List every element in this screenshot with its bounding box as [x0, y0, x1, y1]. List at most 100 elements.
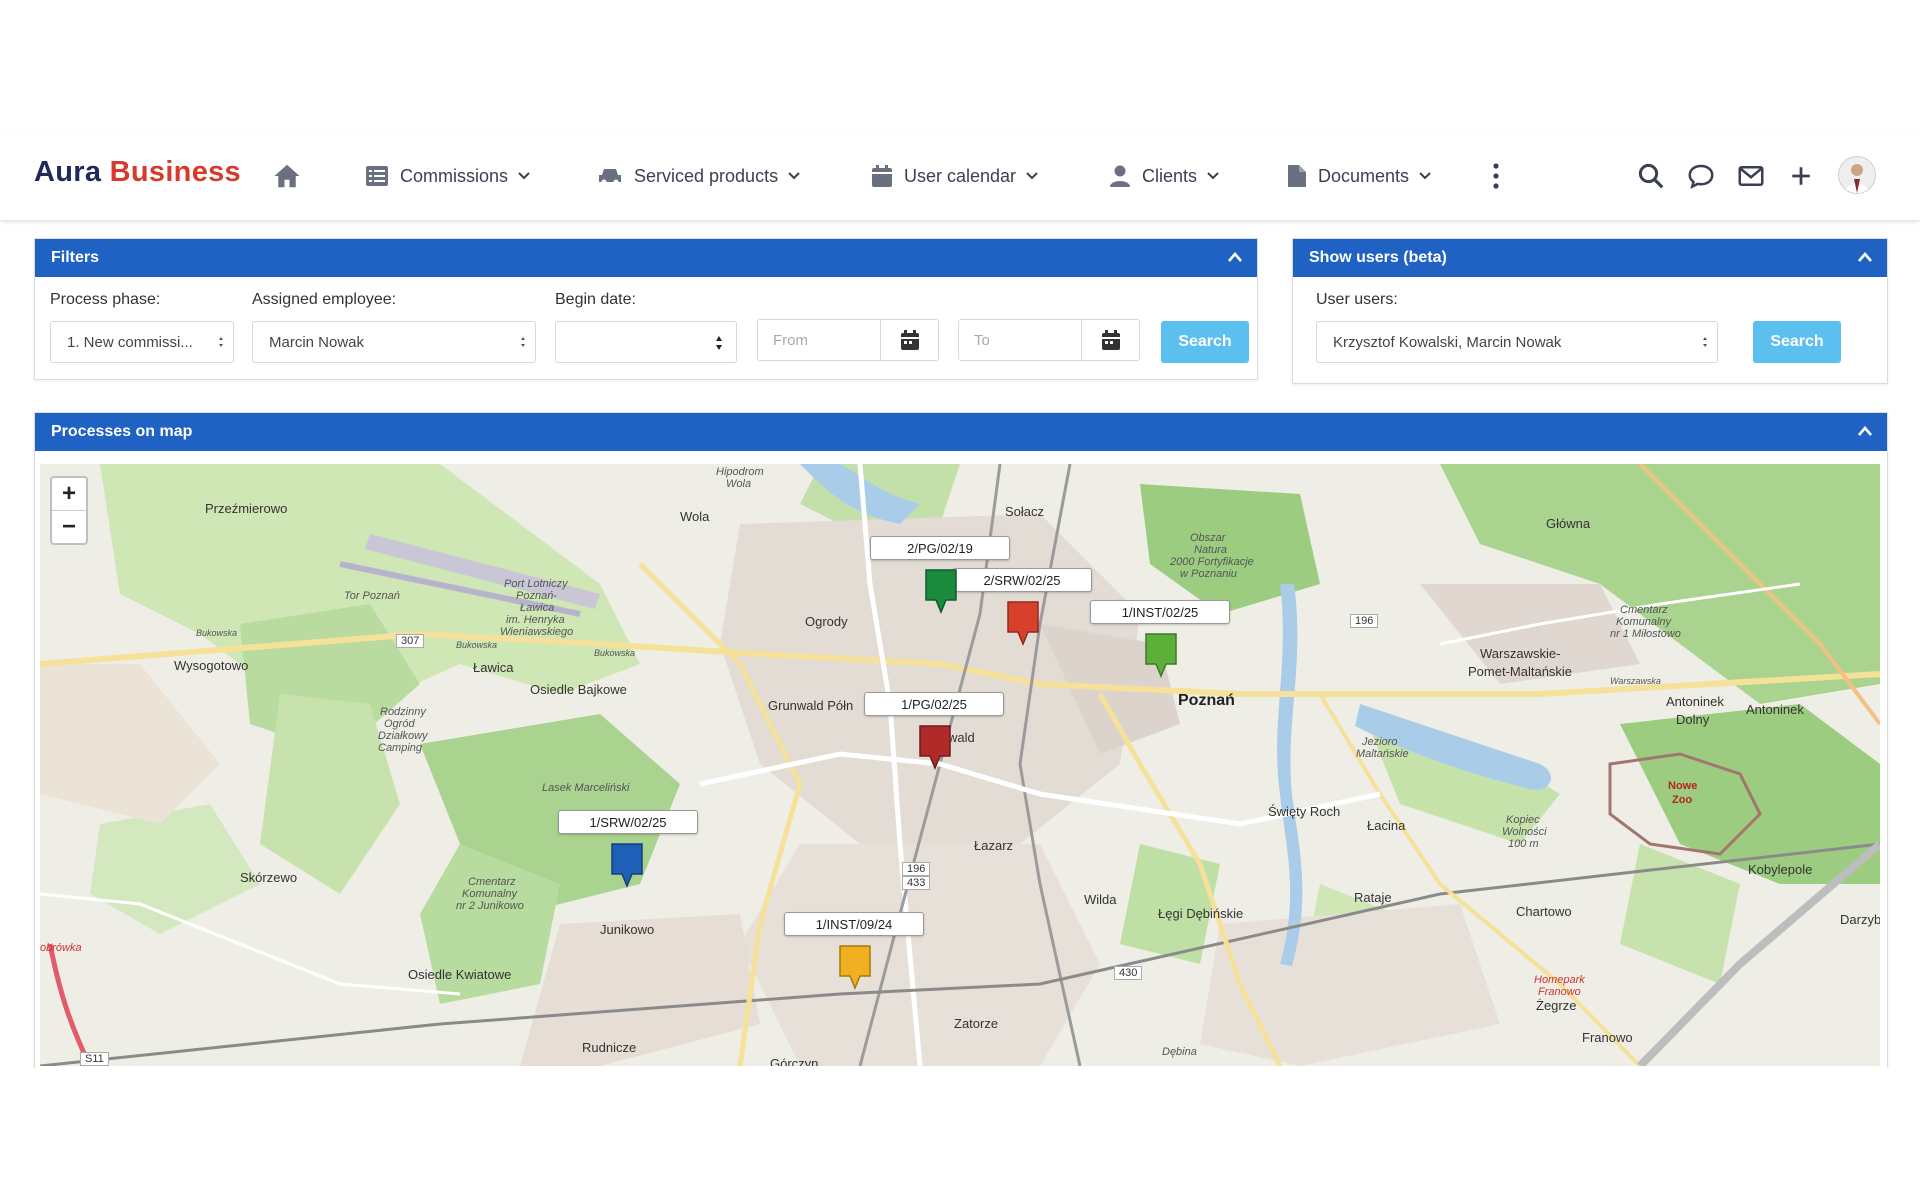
place-label: Łęgi Dębińskie [1158, 906, 1244, 921]
begin-date-select[interactable] [555, 321, 737, 363]
place-label: Rataje [1354, 890, 1392, 905]
processes-map-title: Processes on map [51, 423, 193, 440]
user-users-select[interactable]: Krzysztof Kowalski, Marcin Nowak [1316, 321, 1718, 363]
avatar-image [1839, 157, 1875, 193]
nav-documents[interactable]: Documents [1288, 160, 1431, 192]
brand-part-business: Business [109, 156, 241, 188]
mail-icon[interactable] [1736, 161, 1766, 191]
from-date-calendar-button[interactable] [881, 319, 939, 361]
place-label: Camping [378, 742, 423, 754]
show-users-title: Show users (beta) [1309, 249, 1447, 266]
place-label: Chartowo [1516, 904, 1572, 919]
plus-icon[interactable] [1786, 161, 1816, 191]
place-label: Przeźmierowo [205, 501, 288, 516]
avatar[interactable] [1838, 156, 1876, 194]
filters-panel: Filters Process phase: 1. New commissi..… [34, 238, 1258, 380]
place-label: Grunwald Półn [768, 698, 854, 713]
begin-date-label: Begin date: [555, 291, 636, 308]
road-number: 433 [902, 876, 931, 890]
assigned-employee-label: Assigned employee: [252, 291, 397, 308]
place-label: Komunalny [1616, 616, 1672, 628]
nav-clients[interactable]: Clients [1110, 160, 1219, 192]
chevron-up-icon[interactable] [1857, 424, 1873, 438]
map-pin-marker[interactable] [838, 944, 872, 990]
map-pin-marker[interactable] [610, 842, 644, 888]
marker-label[interactable]: 1/PG/02/25 [864, 692, 1004, 716]
place-label: Nowe [1668, 780, 1698, 792]
bottom-blank-area [0, 1068, 1920, 1200]
processes-map-panel-header[interactable]: Processes on map [35, 413, 1887, 451]
zoom-in-button[interactable]: + [52, 478, 86, 510]
from-date-input[interactable]: From [757, 319, 881, 361]
search-icon[interactable] [1636, 161, 1666, 191]
marker-label[interactable]: 2/SRW/02/25 [952, 568, 1092, 592]
map-pin-marker[interactable] [1144, 632, 1178, 678]
process-map[interactable]: + − Przeźmierowo Wola Sołacz Główna Ogro… [40, 464, 1880, 1066]
process-phase-select[interactable]: 1. New commissi... [50, 321, 234, 363]
marker-label[interactable]: 1/INST/02/25 [1090, 600, 1230, 624]
place-label: Franowo [1582, 1030, 1633, 1045]
show-users-panel-header[interactable]: Show users (beta) [1293, 239, 1887, 277]
from-date-placeholder: From [773, 331, 808, 349]
place-label: Bukowska [196, 628, 238, 638]
place-label: Wola [680, 509, 710, 524]
nav-serviced-products[interactable]: Serviced products [598, 160, 800, 192]
marker-label[interactable]: 1/SRW/02/25 [558, 810, 698, 834]
place-label: Jezioro [1362, 736, 1398, 748]
map-pin-marker[interactable] [1006, 600, 1040, 646]
nav-user-calendar[interactable]: User calendar [872, 160, 1038, 192]
place-label: Komunalny [462, 888, 518, 900]
select-arrows-icon [1703, 337, 1707, 347]
road-number: 196 [902, 862, 931, 876]
top-blank-area [0, 0, 1920, 132]
zoom-out-button[interactable]: − [52, 510, 86, 543]
user-users-label: User users: [1316, 291, 1398, 308]
users-search-button[interactable]: Search [1753, 321, 1841, 363]
zoom-control: + − [50, 476, 88, 545]
to-date-input[interactable]: To [958, 319, 1082, 361]
nav-commissions[interactable]: Commissions [366, 160, 530, 192]
calendar-icon [1101, 330, 1120, 350]
assigned-employee-select[interactable]: Marcin Nowak [252, 321, 536, 363]
filters-search-button[interactable]: Search [1161, 321, 1249, 363]
place-label: wald [948, 730, 975, 745]
chevron-up-icon[interactable] [1857, 250, 1873, 264]
place-label: Maltańskie [1356, 748, 1409, 760]
place-label: Poznań [1178, 692, 1235, 709]
map-pin-marker[interactable] [924, 568, 958, 614]
navbar: Aura Business Commissions Serviced produ… [0, 132, 1920, 220]
place-label: Wilda [1084, 892, 1117, 907]
place-label: 100 m [1508, 838, 1539, 850]
chevron-up-icon[interactable] [1227, 250, 1243, 264]
marker-label[interactable]: 1/INST/09/24 [784, 912, 924, 936]
chevron-down-icon [788, 172, 800, 180]
place-label: Osiedle Kwiatowe [408, 967, 512, 982]
place-label: Główna [1546, 516, 1591, 531]
to-date-calendar-button[interactable] [1082, 319, 1140, 361]
place-label: Górczyn [770, 1056, 819, 1066]
filters-title: Filters [51, 249, 100, 266]
place-label: Natura [1194, 544, 1228, 556]
document-icon [1288, 165, 1306, 187]
place-label: Homepark [1534, 974, 1585, 986]
place-label: Antoninek [1746, 702, 1804, 717]
map-pin-marker[interactable] [918, 724, 952, 770]
marker-label[interactable]: 2/PG/02/19 [870, 536, 1010, 560]
nav-documents-label: Documents [1318, 165, 1410, 186]
place-label: Kobylepole [1748, 862, 1813, 877]
place-label: Żegrze [1536, 998, 1577, 1013]
place-label: Dębina [1162, 1046, 1197, 1058]
road-number: S11 [80, 1052, 109, 1066]
home-icon[interactable] [272, 161, 302, 191]
more-vertical-icon[interactable] [1488, 162, 1504, 190]
brand-logo[interactable]: Aura Business [34, 156, 241, 189]
calendar-icon [872, 165, 892, 187]
place-label: Wolności [1502, 826, 1547, 838]
chat-icon[interactable] [1686, 161, 1716, 191]
place-label: nr 1 Miłostowo [1610, 628, 1681, 640]
user-users-value: Krzysztof Kowalski, Marcin Nowak [1333, 333, 1562, 351]
place-label: Ogród [384, 718, 415, 730]
process-phase-value: 1. New commissi... [67, 333, 193, 351]
place-label: Kopiec [1506, 814, 1540, 826]
filters-panel-header[interactable]: Filters [35, 239, 1257, 277]
